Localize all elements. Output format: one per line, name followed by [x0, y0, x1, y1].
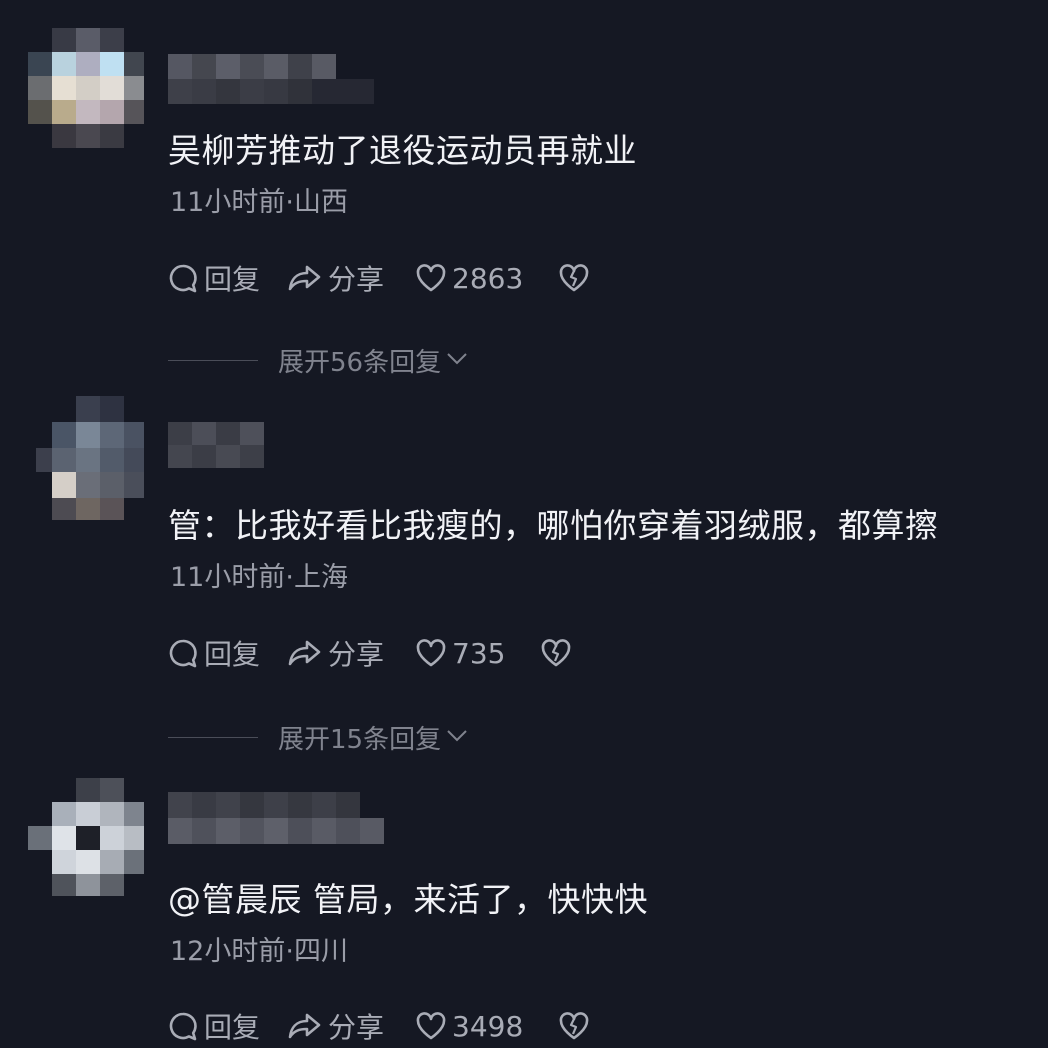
heart-icon: [414, 636, 448, 670]
share-arrow-icon: [286, 636, 324, 670]
expand-replies[interactable]: 展开15条回复: [168, 717, 469, 757]
divider-line: [168, 736, 258, 738]
like-button[interactable]: 3498: [414, 1009, 523, 1043]
dislike-button[interactable]: [557, 1009, 591, 1043]
share-label: 分享: [328, 638, 385, 671]
comment-text: 管：比我好看比我瘦的，哪怕你穿着羽绒服，都算擦: [168, 506, 939, 545]
speech-bubble-icon: [166, 261, 200, 295]
comment-text: 吴柳芳推动了退役运动员再就业: [168, 131, 637, 170]
comment-actions: 回复 分享 2863: [166, 256, 591, 300]
share-button[interactable]: 分享: [286, 1006, 384, 1046]
comment-meta: 11小时前·上海: [170, 562, 348, 593]
divider-line: [168, 359, 258, 361]
username-blurred[interactable]: [168, 792, 384, 844]
broken-heart-icon: [557, 261, 591, 295]
like-button[interactable]: 2863: [414, 261, 523, 295]
comment-actions: 回复 分享 3498: [166, 1004, 591, 1048]
comment-actions: 回复 分享 735: [166, 631, 573, 675]
reply-label: 回复: [204, 638, 261, 671]
like-button[interactable]: 735: [414, 636, 505, 670]
reply-label: 回复: [204, 263, 261, 296]
reply-button[interactable]: 回复: [166, 258, 260, 298]
broken-heart-icon: [557, 1009, 591, 1043]
dislike-button[interactable]: [557, 261, 591, 295]
avatar[interactable]: [24, 28, 148, 152]
broken-heart-icon: [539, 636, 573, 670]
avatar[interactable]: [24, 772, 148, 896]
heart-icon: [414, 261, 448, 295]
like-count: 2863: [452, 261, 524, 295]
heart-icon: [414, 1009, 448, 1043]
reply-button[interactable]: 回复: [166, 1006, 260, 1046]
chevron-down-icon: [441, 345, 469, 375]
reply-label: 回复: [204, 1011, 261, 1044]
chevron-down-icon: [441, 722, 469, 752]
expand-replies-label: 展开56条回复: [278, 347, 442, 378]
share-arrow-icon: [286, 1009, 324, 1043]
expand-replies[interactable]: 展开56条回复: [168, 340, 469, 380]
share-arrow-icon: [286, 261, 324, 295]
expand-replies-label: 展开15条回复: [278, 724, 442, 755]
speech-bubble-icon: [166, 636, 200, 670]
speech-bubble-icon: [166, 1009, 200, 1043]
dislike-button[interactable]: [539, 636, 573, 670]
comment-meta: 11小时前·山西: [170, 187, 348, 218]
username-blurred[interactable]: [168, 422, 264, 468]
like-count: 735: [452, 636, 506, 670]
reply-button[interactable]: 回复: [166, 633, 260, 673]
avatar[interactable]: [24, 396, 148, 520]
comment-meta: 12小时前·四川: [170, 936, 348, 967]
share-button[interactable]: 分享: [286, 258, 384, 298]
like-count: 3498: [452, 1009, 524, 1043]
username-blurred[interactable]: [168, 54, 378, 104]
share-label: 分享: [328, 1011, 385, 1044]
comment-text: @管晨辰 管局，来活了，快快快: [168, 880, 648, 919]
share-label: 分享: [328, 263, 385, 296]
share-button[interactable]: 分享: [286, 633, 384, 673]
